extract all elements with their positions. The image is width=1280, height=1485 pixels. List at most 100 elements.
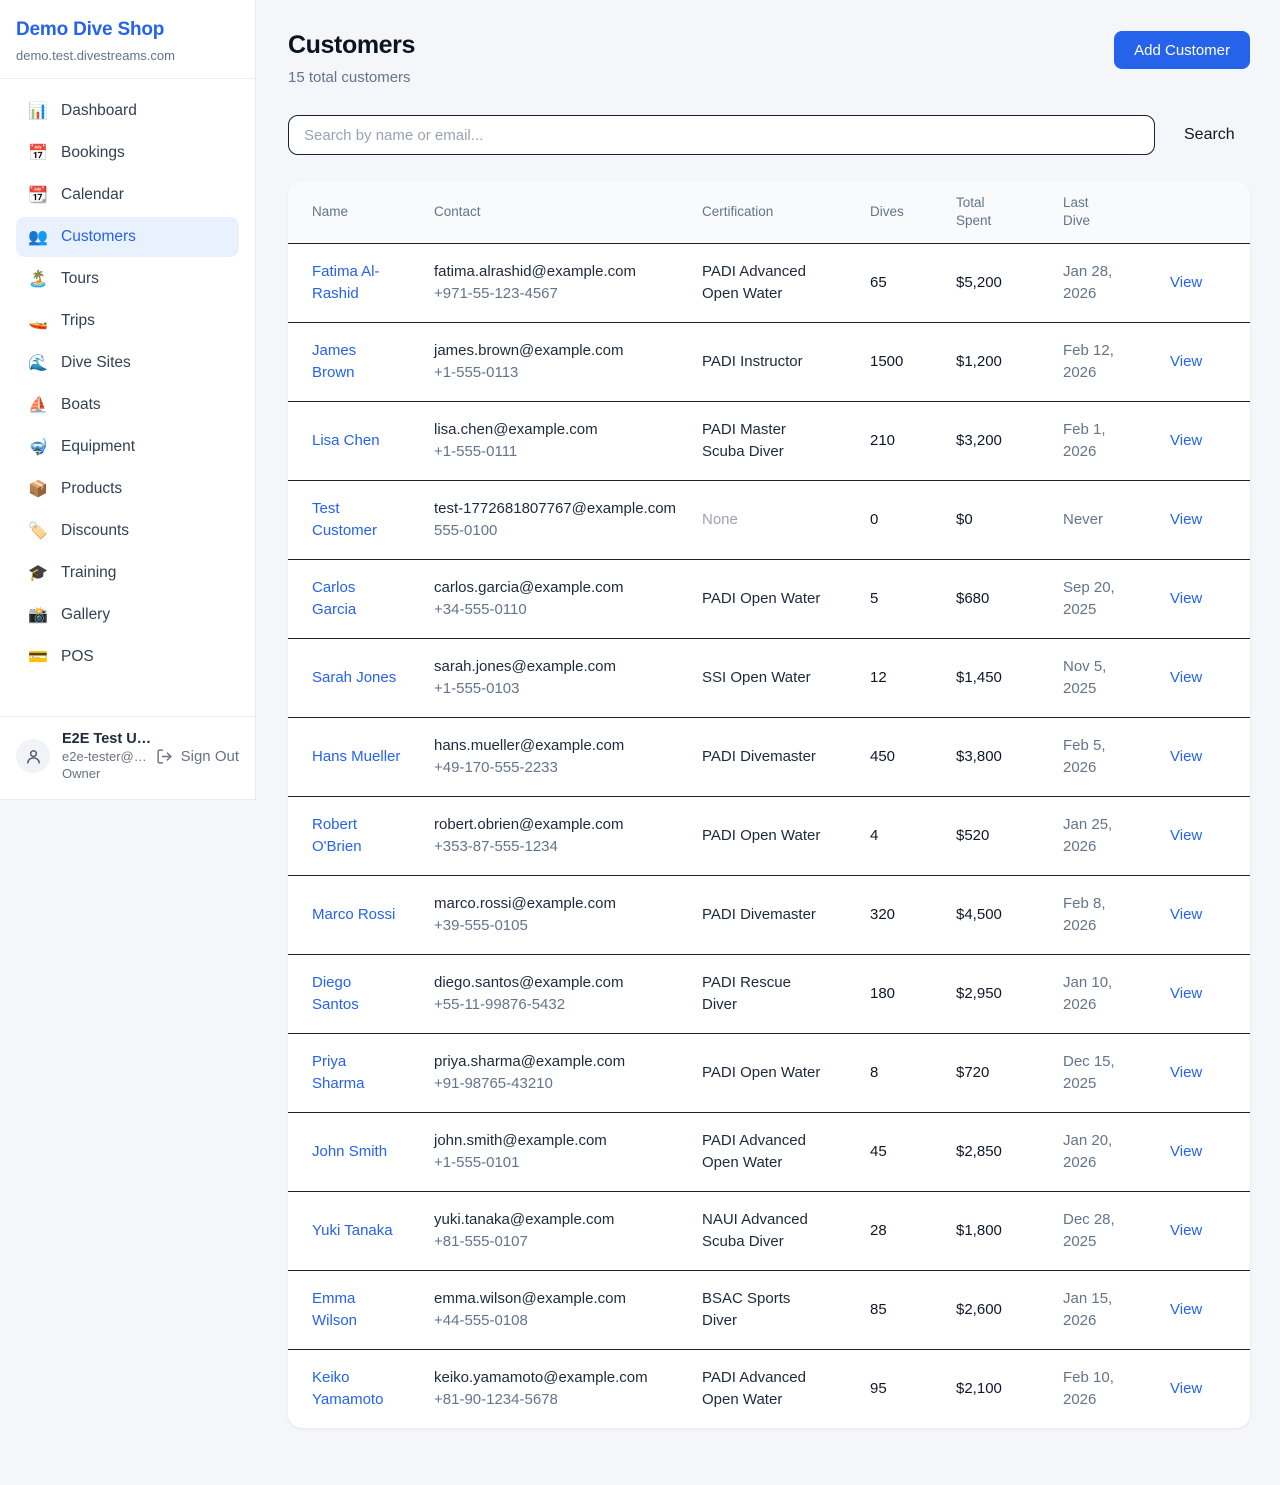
customer-name-link[interactable]: John Smith [312, 1141, 387, 1163]
view-link[interactable]: View [1170, 748, 1202, 765]
customer-last-dive: Jan 10, 2026 [1063, 972, 1123, 1016]
shop-name[interactable]: Demo Dive Shop [16, 19, 239, 41]
customer-dives: 5 [870, 590, 878, 607]
customer-name-link[interactable]: Diego Santos [312, 972, 402, 1016]
table-row: Yuki Tanaka yuki.tanaka@example.com +81-… [288, 1192, 1250, 1271]
sidebar-item-training[interactable]: 🎓 Training [16, 553, 239, 593]
sidebar-item-pos[interactable]: 💳 POS [16, 637, 239, 677]
table-row: John Smith john.smith@example.com +1-555… [288, 1113, 1250, 1192]
customer-name-link[interactable]: Fatima Al-Rashid [312, 261, 402, 305]
view-link[interactable]: View [1170, 353, 1202, 370]
search-input[interactable] [288, 115, 1155, 155]
sidebar-item-discounts[interactable]: 🏷️ Discounts [16, 511, 239, 551]
sign-out-button[interactable]: Sign Out [156, 748, 239, 765]
customer-phone: +1-555-0103 [434, 678, 686, 700]
customer-name-link[interactable]: Yuki Tanaka [312, 1220, 393, 1242]
total-spent-cell: $680 [956, 560, 1063, 639]
contact-cell: marco.rossi@example.com +39-555-0105 [434, 876, 702, 955]
customer-last-dive: Jan 28, 2026 [1063, 261, 1123, 305]
view-link[interactable]: View [1170, 669, 1202, 686]
customer-last-dive: Jan 20, 2026 [1063, 1130, 1123, 1174]
search-button[interactable]: Search [1184, 126, 1235, 144]
customer-email: priya.sharma@example.com [434, 1051, 686, 1073]
name-cell: Emma Wilson [288, 1271, 434, 1350]
name-cell: Fatima Al-Rashid [288, 244, 434, 323]
customer-certification: PADI Master Scuba Diver [702, 419, 826, 463]
view-link[interactable]: View [1170, 1301, 1202, 1318]
add-customer-button[interactable]: Add Customer [1114, 31, 1250, 69]
customer-total-spent: $2,100 [956, 1380, 1002, 1397]
customer-phone: +44-555-0108 [434, 1310, 686, 1332]
user-name: E2E Test U… [62, 731, 144, 747]
certification-cell: PADI Open Water [702, 560, 870, 639]
view-link[interactable]: View [1170, 274, 1202, 291]
table-row: Marco Rossi marco.rossi@example.com +39-… [288, 876, 1250, 955]
customer-name-link[interactable]: Hans Mueller [312, 746, 400, 768]
view-link[interactable]: View [1170, 1143, 1202, 1160]
user-role: Owner [62, 766, 144, 781]
last-dive-cell: Jan 25, 2026 [1063, 797, 1170, 876]
view-link[interactable]: View [1170, 906, 1202, 923]
view-link[interactable]: View [1170, 827, 1202, 844]
customer-last-dive: Feb 10, 2026 [1063, 1367, 1123, 1411]
customer-dives: 95 [870, 1380, 887, 1397]
customer-last-dive: Jan 25, 2026 [1063, 814, 1123, 858]
sidebar-item-equipment[interactable]: 🤿 Equipment [16, 427, 239, 467]
customer-last-dive: Dec 28, 2025 [1063, 1209, 1123, 1253]
contact-cell: test-1772681807767@example.com 555-0100 [434, 481, 702, 560]
customer-name-link[interactable]: Emma Wilson [312, 1288, 402, 1332]
sidebar-item-products[interactable]: 📦 Products [16, 469, 239, 509]
view-link[interactable]: View [1170, 432, 1202, 449]
customer-dives: 180 [870, 985, 895, 1002]
view-link[interactable]: View [1170, 985, 1202, 1002]
sidebar-item-customers[interactable]: 👥 Customers [16, 217, 239, 257]
view-link[interactable]: View [1170, 511, 1202, 528]
main-content: Customers 15 total customers Add Custome… [288, 0, 1250, 1454]
sidebar-item-tours[interactable]: 🏝️ Tours [16, 259, 239, 299]
customer-name-link[interactable]: Carlos Garcia [312, 577, 402, 621]
total-spent-cell: $3,800 [956, 718, 1063, 797]
sidebar-item-gallery[interactable]: 📸 Gallery [16, 595, 239, 635]
user-meta: E2E Test U… e2e-tester@… Owner [62, 731, 144, 781]
dives-cell: 320 [870, 876, 956, 955]
customer-certification: PADI Advanced Open Water [702, 1130, 826, 1174]
customer-name-link[interactable]: James Brown [312, 340, 402, 384]
view-link[interactable]: View [1170, 1222, 1202, 1239]
actions-cell: View [1170, 1034, 1250, 1113]
sidebar-item-dashboard[interactable]: 📊 Dashboard [16, 91, 239, 131]
customer-name-link[interactable]: Sarah Jones [312, 667, 396, 689]
actions-cell: View [1170, 244, 1250, 323]
customer-name-link[interactable]: Keiko Yamamoto [312, 1367, 402, 1411]
view-link[interactable]: View [1170, 1380, 1202, 1397]
column-header-total-spent: Total Spent [956, 181, 1063, 244]
sidebar-item-trips[interactable]: 🚤 Trips [16, 301, 239, 341]
table-row: Lisa Chen lisa.chen@example.com +1-555-0… [288, 402, 1250, 481]
total-spent-cell: $0 [956, 481, 1063, 560]
customer-phone: +81-555-0107 [434, 1231, 686, 1253]
sidebar-item-calendar[interactable]: 📆 Calendar [16, 175, 239, 215]
customer-name-link[interactable]: Priya Sharma [312, 1051, 402, 1095]
customer-total-spent: $720 [956, 1064, 989, 1081]
customer-total-spent: $3,200 [956, 432, 1002, 449]
table-row: James Brown james.brown@example.com +1-5… [288, 323, 1250, 402]
customer-name-link[interactable]: Test Customer [312, 498, 402, 542]
sailboat-icon: ⛵ [28, 395, 48, 415]
customer-name-link[interactable]: Marco Rossi [312, 904, 395, 926]
column-header-dives: Dives [870, 181, 956, 244]
customer-name-link[interactable]: Lisa Chen [312, 430, 380, 452]
actions-cell: View [1170, 560, 1250, 639]
view-link[interactable]: View [1170, 590, 1202, 607]
customer-total-spent: $1,450 [956, 669, 1002, 686]
customer-certification: PADI Advanced Open Water [702, 1367, 826, 1411]
wave-icon: 🌊 [28, 353, 48, 373]
view-link[interactable]: View [1170, 1064, 1202, 1081]
sidebar-item-label: Discounts [61, 522, 129, 540]
sidebar-item-dive-sites[interactable]: 🌊 Dive Sites [16, 343, 239, 383]
sidebar-item-bookings[interactable]: 📅 Bookings [16, 133, 239, 173]
customer-name-link[interactable]: Robert O'Brien [312, 814, 402, 858]
total-spent-cell: $1,200 [956, 323, 1063, 402]
customer-phone: +971-55-123-4567 [434, 283, 686, 305]
contact-cell: yuki.tanaka@example.com +81-555-0107 [434, 1192, 702, 1271]
shop-header: Demo Dive Shop demo.test.divestreams.com [0, 0, 255, 79]
sidebar-item-boats[interactable]: ⛵ Boats [16, 385, 239, 425]
